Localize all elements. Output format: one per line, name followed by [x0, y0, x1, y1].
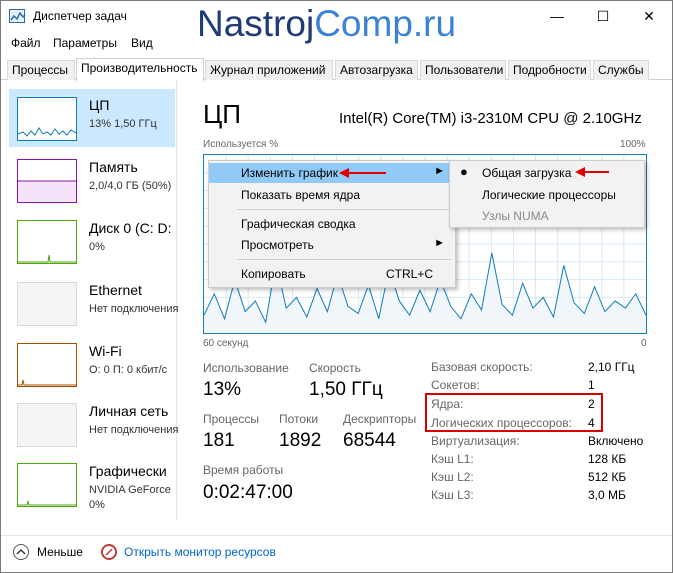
task-manager-window: Диспетчер задач NastrojComp.ru — ☐ ✕ Фай… [0, 0, 673, 573]
red-arrowhead-overall [575, 167, 585, 177]
annotation-arrows [339, 167, 609, 178]
red-arrowhead-change-graph [339, 168, 349, 178]
